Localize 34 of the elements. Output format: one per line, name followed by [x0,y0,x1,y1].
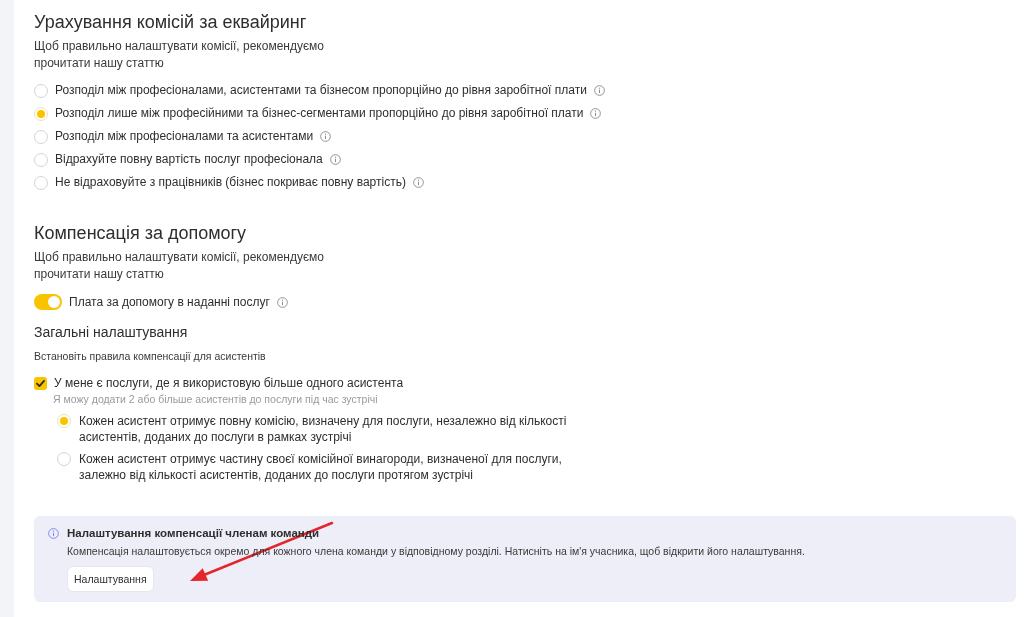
settings-button[interactable]: Налаштування [67,566,154,592]
radio-button[interactable] [57,414,71,428]
radio-label: Кожен асистент отримує частину своєї комісійної винагороди, визначеної для послуги, залежно від кількості асистентів, доданих до послуги протягом зустрічі [79,451,563,483]
radio-label: Розподіл між професіоналами та асистентами [55,128,314,145]
radio-label: Не відраховуйте з працівників (бізнес покриває повну вартість) [55,174,406,191]
radio-label: Розподіл лише між професійними та бізнес-сегментами пропорційно до рівня заробітної плати [55,105,584,122]
section-description: Щоб правильно налаштувати комісії, рекомендуємо прочитати нашу статтю [34,38,325,72]
info-icon [593,85,605,96]
section-description: Щоб правильно налаштувати комісії, рекомендуємо прочитати нашу статтю [34,249,325,283]
info-icon [320,131,332,142]
radio-button[interactable] [34,175,48,190]
info-icon [276,296,288,308]
checkbox-label: У мене є послуги, де я використовую більше одного асистента [54,374,404,392]
info-icon [412,177,424,188]
info-icon [590,108,602,119]
check-icon [36,378,45,388]
checkbox-hint: Я можу додати 2 або більше асистентів до послуги під час зустрічі [53,392,378,406]
section-title: Урахування комісій за еквайринг [34,11,307,34]
radio-button[interactable] [34,152,48,167]
toggle-switch[interactable] [34,294,62,310]
radio-label: Кожен асистент отримує повну комісію, визначену для послуги, незалежно від кількості асистентів, доданих до послуги в рамках зустрічі [79,413,568,445]
section-title: Компенсація за допомогу [34,222,247,245]
radio-button[interactable] [34,106,48,121]
radio-label: Розподіл між професіоналами, асистентами та бізнесом пропорційно до рівня заробітної плати [55,82,587,99]
subsection-title: Загальні налаштування [34,323,188,342]
radio-label: Відрахуйте повну вартість послуг професіонала [55,151,323,168]
info-icon [48,527,59,539]
subsection-description: Встановіть правила компенсації для асистентів [34,349,266,364]
checkbox[interactable] [34,376,47,390]
radio-button[interactable] [34,129,48,144]
toggle-label: Плата за допомогу в наданні послуг [69,293,270,311]
radio-button[interactable] [34,83,48,98]
info-icon [329,154,341,165]
radio-button[interactable] [57,452,71,466]
